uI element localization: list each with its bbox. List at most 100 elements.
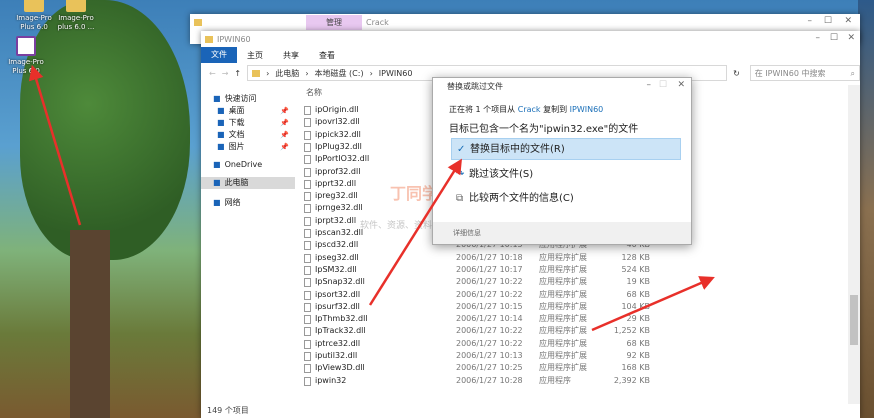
breadcrumb-item[interactable]: 此电脑	[275, 68, 299, 79]
pin-icon[interactable]: 📌	[280, 117, 289, 129]
file-row[interactable]: ipwin32 2006/1/27 10:28 应用程序 2,392 KB	[300, 375, 846, 387]
nav-item[interactable]: ■ OneDrive	[201, 159, 295, 171]
dll-file-icon	[304, 130, 311, 140]
manage-tab[interactable]: 管理	[306, 14, 362, 30]
forward-button[interactable]: →	[222, 69, 229, 78]
file-date: 2006/1/27 10:22	[456, 326, 523, 336]
file-row[interactable]: IpView3D.dll 2006/1/27 10:25 应用程序扩展 168 …	[300, 362, 846, 374]
nav-item[interactable]: ■ 网络	[201, 197, 295, 209]
dialog-title: 替换或跳过文件	[447, 82, 503, 91]
file-size: 104 KB	[621, 301, 650, 311]
file-row[interactable]: ipseg32.dll 2006/1/27 10:18 应用程序扩展 128 K…	[300, 252, 846, 264]
nav-item[interactable]: ■ 桌面 📌	[201, 105, 295, 117]
file-name: ipreg32.dll	[315, 191, 358, 201]
file-size: 128 KB	[621, 252, 650, 262]
details-label: 详细信息	[453, 229, 481, 237]
refresh-button[interactable]: ↻	[733, 69, 740, 78]
file-size: 29 KB	[626, 314, 650, 324]
file-row[interactable]: ipsurf32.dll 2006/1/27 10:15 应用程序扩展 104 …	[300, 301, 846, 313]
nav-item[interactable]: ■ 图片 📌	[201, 141, 295, 153]
source-link[interactable]: Crack	[518, 105, 541, 114]
search-input[interactable]: 在 IPWIN60 中搜索 ⌕	[749, 65, 860, 81]
desktop-icon-2[interactable]: Image-Pro plus 6.0 ...	[50, 0, 102, 32]
nav-item[interactable]: ■ 快速访问	[201, 93, 295, 105]
file-name: iputil32.dll	[315, 351, 358, 360]
close-button[interactable]: ✕	[677, 80, 685, 90]
desktop-icon-3[interactable]: Image-Pro Plus 6.0	[0, 36, 52, 76]
replace-option[interactable]: ✓ 替换目标中的文件(R)	[451, 138, 681, 160]
minimize-button[interactable]: –	[647, 80, 652, 90]
back-button[interactable]: ←	[209, 69, 216, 78]
up-button[interactable]: ↑	[234, 69, 241, 78]
file-name: iprnge32.dll	[315, 203, 363, 213]
dll-file-icon	[304, 192, 311, 202]
breadcrumb-item[interactable]: IPWIN60	[379, 69, 413, 78]
dll-file-icon	[304, 155, 311, 165]
file-name: IpPlug32.dll	[315, 141, 362, 151]
document-icon: ■	[217, 130, 225, 139]
dll-file-icon	[304, 315, 311, 325]
dll-file-icon	[304, 327, 311, 337]
minimize-button[interactable]: –	[816, 33, 821, 43]
close-button[interactable]: ✕	[844, 16, 852, 26]
copy-info-text: 正在将 1 个项目从	[449, 105, 516, 114]
navigation-pane: ■ 快速访问 ■ 桌面 📌 ■ 下载 📌 ■ 文档 📌 ■ 图片 📌 ■ OneDrive ■ 此电脑 ■ 网络	[201, 85, 295, 404]
dll-file-icon	[304, 241, 311, 251]
nav-item[interactable]: ■ 此电脑	[201, 177, 295, 189]
file-size: 1,252 KB	[613, 326, 650, 336]
check-icon: ✓	[457, 144, 466, 155]
tab-share[interactable]: 共享	[273, 50, 309, 61]
app-icon	[16, 36, 36, 56]
file-row[interactable]: ipsort32.dll 2006/1/27 10:22 应用程序扩展 68 K…	[300, 289, 846, 301]
tab-view[interactable]: 查看	[309, 50, 345, 61]
file-size: 92 KB	[626, 351, 650, 360]
file-name: IpThmb32.dll	[315, 314, 368, 324]
file-row[interactable]: IpThmb32.dll 2006/1/27 10:14 应用程序扩展 29 K…	[300, 313, 846, 325]
details-toggle[interactable]: 详细信息	[433, 222, 691, 244]
dll-file-icon	[304, 229, 311, 238]
pin-icon[interactable]: 📌	[280, 105, 289, 117]
dll-file-icon	[304, 302, 311, 312]
file-size: 524 KB	[621, 264, 650, 274]
file-type: 应用程序扩展	[539, 264, 587, 274]
file-type: 应用程序扩展	[539, 289, 587, 299]
nav-item[interactable]: ■ 文档 📌	[201, 129, 295, 141]
maximize-button: ☐	[658, 80, 667, 90]
file-row[interactable]: iputil32.dll 2006/1/27 10:13 应用程序扩展 92 K…	[300, 350, 846, 362]
destination-link[interactable]: IPWIN60	[570, 105, 604, 114]
file-name: ipovrl32.dll	[315, 117, 360, 127]
file-row[interactable]: IpSM32.dll 2006/1/27 10:17 应用程序扩展 524 KB	[300, 264, 846, 276]
conflict-message: 目标已包含一个名为"ipwin32.exe"的文件	[449, 124, 639, 135]
skip-option[interactable]: ↷ 跳过该文件(S)	[451, 164, 681, 186]
background-trunk	[70, 230, 110, 418]
file-row[interactable]: IpTrack32.dll 2006/1/27 10:22 应用程序扩展 1,2…	[300, 325, 846, 337]
nav-item-label: 桌面	[228, 106, 245, 115]
close-button[interactable]: ✕	[847, 33, 855, 43]
file-type: 应用程序扩展	[539, 314, 587, 324]
maximize-button[interactable]: ☐	[824, 16, 832, 26]
arrow-icon: ↷	[456, 169, 465, 180]
file-name: IpSnap32.dll	[315, 277, 365, 287]
column-header-name[interactable]: 名称	[306, 87, 322, 98]
pin-icon[interactable]: 📌	[280, 141, 289, 153]
desktop-icon-label: Image-Pro plus 6.0 ...	[57, 14, 95, 31]
network-icon: ■	[213, 198, 221, 207]
tab-home[interactable]: 主页	[237, 50, 273, 61]
compare-option[interactable]: ⧉ 比较两个文件的信息(C)	[451, 188, 681, 210]
picture-icon: ■	[217, 142, 225, 151]
file-name: iptrce32.dll	[315, 338, 361, 348]
option-label: 替换目标中的文件(R)	[470, 144, 565, 155]
scrollbar-thumb[interactable]	[850, 295, 858, 345]
minimize-button[interactable]: –	[808, 16, 813, 26]
maximize-button[interactable]: ☐	[830, 33, 838, 43]
vertical-scrollbar[interactable]	[848, 85, 860, 404]
replace-or-skip-dialog[interactable]: 替换或跳过文件 – ☐ ✕ 正在将 1 个项目从 Crack 复制到 IPWIN…	[432, 77, 692, 245]
tab-file[interactable]: 文件	[201, 47, 237, 63]
file-name: ipprof32.dll	[315, 166, 361, 176]
file-date: 2006/1/27 10:22	[456, 338, 523, 348]
pin-icon[interactable]: 📌	[280, 129, 289, 141]
breadcrumb-item[interactable]: 本地磁盘 (C:)	[315, 68, 364, 79]
file-row[interactable]: iptrce32.dll 2006/1/27 10:22 应用程序扩展 68 K…	[300, 338, 846, 350]
file-row[interactable]: IpSnap32.dll 2006/1/27 10:22 应用程序扩展 19 K…	[300, 276, 846, 288]
nav-item[interactable]: ■ 下载 📌	[201, 117, 295, 129]
